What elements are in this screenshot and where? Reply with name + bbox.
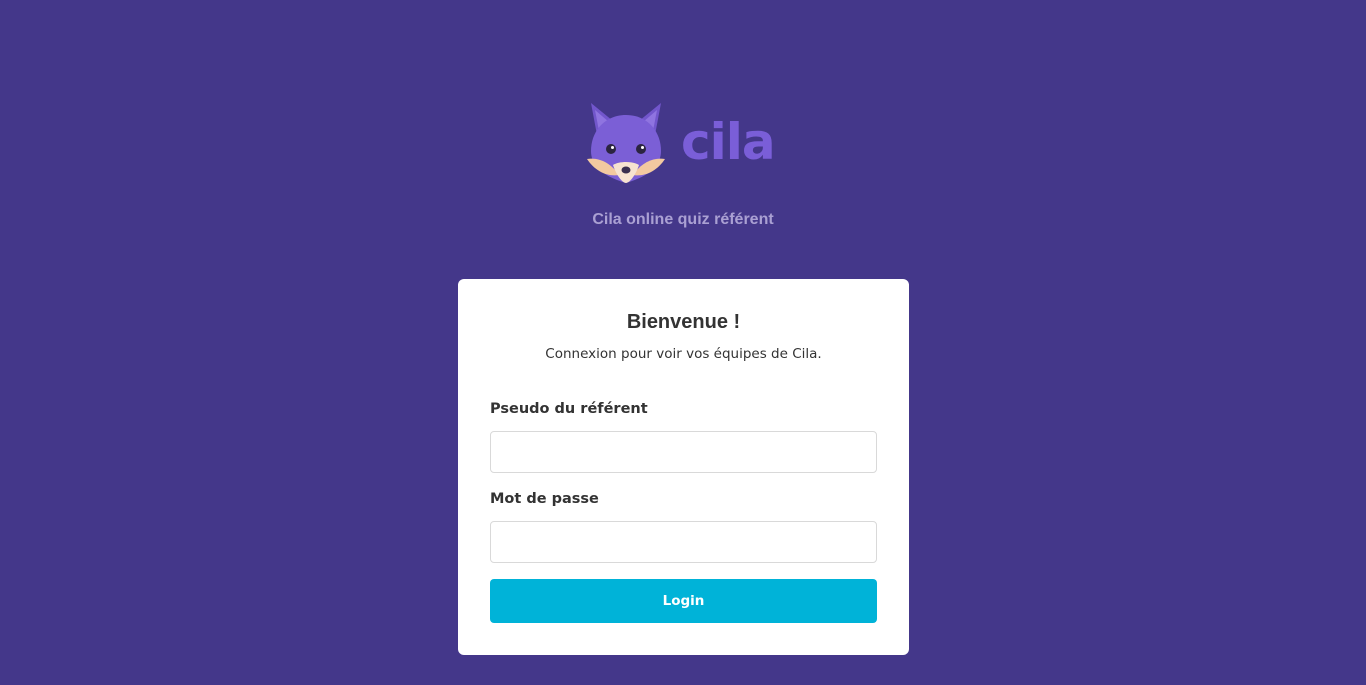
fox-icon [587,103,665,183]
password-input[interactable] [490,521,877,563]
username-label: Pseudo du référent [490,401,648,417]
card-subtitle: Connexion pour voir vos équipes de Cila. [545,346,822,362]
card-title: Bienvenue ! [626,311,741,333]
login-card: Bienvenue ! Connexion pour voir vos équi… [458,279,909,655]
cila-logo: cila [585,101,780,187]
tagline: Cila online quiz référent [592,211,774,228]
login-button[interactable]: Login [490,579,877,623]
brand-name: cila [681,113,776,171]
password-label: Mot de passe [490,491,599,507]
username-input[interactable] [490,431,877,473]
